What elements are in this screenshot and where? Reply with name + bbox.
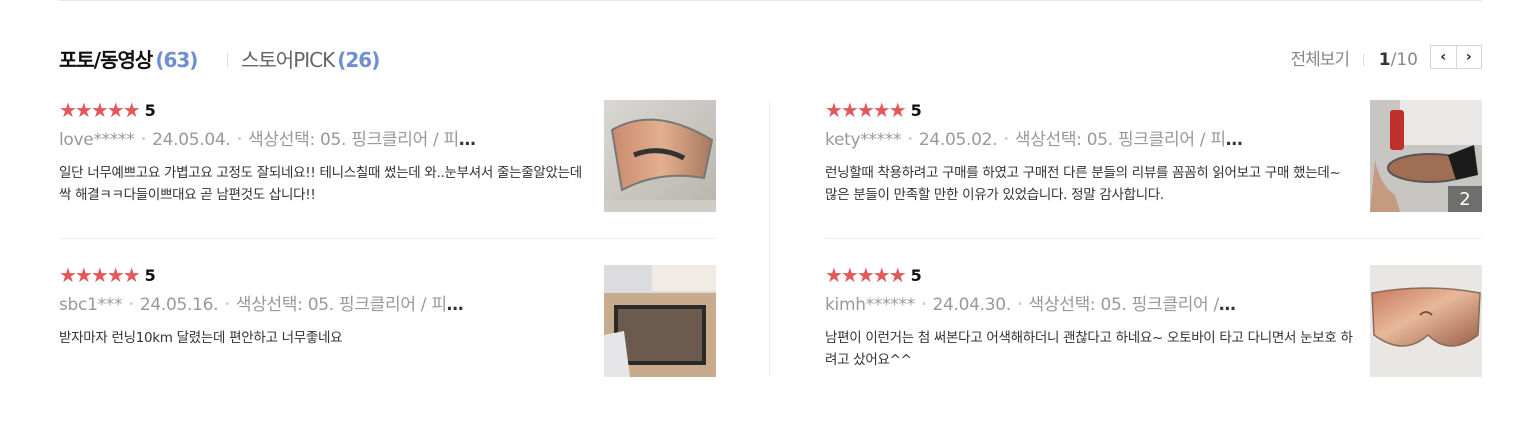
- sunglasses-photo-image: [1370, 265, 1482, 377]
- review-item[interactable]: ★★★★★ 5 kety***** • 24.05.02. • 색상선택: 05. 핑크…: [825, 100, 1482, 212]
- sunglasses-photo-image: [604, 100, 716, 212]
- review-date: 24.04.30.: [932, 295, 1012, 315]
- tab-photo-video-label: 포토/동영상: [59, 48, 153, 72]
- review-photo[interactable]: 2: [1370, 100, 1482, 212]
- review-text: 받자마자 런닝10km 달렸는데 편안하고 너무좋네요: [59, 330, 343, 346]
- prev-page-button[interactable]: ‹: [1431, 46, 1456, 68]
- meta-dot: •: [907, 134, 913, 145]
- column-divider: [769, 100, 770, 376]
- reviewer-id: love*****: [59, 130, 135, 150]
- review-photo[interactable]: [604, 265, 716, 377]
- option-ellipsis: …: [446, 295, 464, 315]
- top-divider: [59, 0, 1482, 1]
- meta-dot: •: [236, 134, 243, 145]
- review-header: 포토/동영상 (63) 스토어PICK (26) 전체보기 1/10 ‹ ›: [59, 44, 1482, 76]
- option-ellipsis: …: [1225, 130, 1243, 150]
- purchase-option: 색상선택: 05. 핑크클리어 / 피: [248, 130, 459, 150]
- tab-separator: [227, 53, 228, 67]
- option-ellipsis: …: [1218, 295, 1236, 315]
- meta-dot: •: [128, 299, 134, 310]
- tab-photo-video[interactable]: 포토/동영상 (63): [59, 46, 198, 74]
- reviewer-id: sbc1***: [59, 295, 123, 315]
- page-total: /10: [1390, 50, 1418, 70]
- review-meta: love***** • 24.05.04. • 색상선택: 05. 핑크클리어 / 피…: [59, 128, 529, 152]
- star-rating-icon: ★★★★★: [825, 263, 907, 287]
- review-text: 남편이 이런거는 첨 써본다고 어색해하더니 괜찮다고 하네요~ 오토바이 타고…: [825, 330, 1353, 368]
- rating-score: 5: [910, 100, 922, 120]
- tab-store-pick-label: 스토어PICK: [241, 48, 335, 72]
- tab-photo-video-count: (63): [155, 48, 198, 72]
- meta-dot: •: [224, 299, 230, 310]
- chevron-right-icon: ›: [1465, 49, 1472, 65]
- review-meta: kimh****** • 24.04.30. • 색상선택: 05. 핑크클리어 /…: [825, 293, 1295, 317]
- photo-count-badge: 2: [1448, 186, 1482, 212]
- sunglasses-box-photo-image: [604, 265, 716, 377]
- view-all-link[interactable]: 전체보기: [1290, 47, 1350, 73]
- reviewer-id: kety*****: [825, 130, 902, 150]
- review-item[interactable]: ★★★★★ 5 love***** • 24.05.04. • 색상선택: 05. 핑크…: [59, 100, 716, 212]
- row-divider: [825, 238, 1482, 239]
- purchase-option: 색상선택: 05. 핑크클리어 / 피: [235, 295, 447, 315]
- purchase-option: 색상선택: 05. 핑크클리어 / 피: [1014, 130, 1226, 150]
- review-meta: kety***** • 24.05.02. • 색상선택: 05. 핑크클리어 / 피…: [825, 128, 1295, 152]
- review-date: 24.05.02.: [918, 130, 998, 150]
- review-photo[interactable]: [1370, 265, 1482, 377]
- review-item[interactable]: ★★★★★ 5 sbc1*** • 24.05.16. • 색상선택: 05. 핑크클리…: [59, 265, 716, 377]
- tab-store-pick-count: (26): [337, 48, 380, 72]
- page-current: 1: [1378, 50, 1391, 70]
- rating: ★★★★★ 5: [59, 265, 156, 285]
- meta-dot: •: [920, 299, 927, 310]
- page-indicator: 1/10: [1379, 47, 1418, 73]
- pager-buttons: ‹ ›: [1430, 45, 1482, 69]
- row-divider: [59, 238, 716, 239]
- rating-score: 5: [910, 265, 922, 285]
- review-date: 24.05.16.: [139, 295, 219, 315]
- review-text: 런닝할때 착용하려고 구매를 하였고 구매전 다른 분들의 리뷰를 꼼꼼히 읽어…: [825, 165, 1341, 203]
- star-rating-icon: ★★★★★: [59, 263, 141, 287]
- star-rating-icon: ★★★★★: [59, 98, 141, 122]
- meta-dot: •: [140, 134, 147, 145]
- reviewer-id: kimh******: [825, 295, 915, 315]
- purchase-option: 색상선택: 05. 핑크클리어 /: [1028, 295, 1220, 315]
- chevron-left-icon: ‹: [1440, 49, 1447, 65]
- review-meta: sbc1*** • 24.05.16. • 색상선택: 05. 핑크클리어 / 피…: [59, 293, 529, 317]
- rating-score: 5: [144, 100, 156, 120]
- star-rating-icon: ★★★★★: [825, 98, 907, 122]
- review-date: 24.05.04.: [152, 130, 231, 150]
- review-item[interactable]: ★★★★★ 5 kimh****** • 24.04.30. • 색상선택: 05. 핑…: [825, 265, 1482, 377]
- tab-store-pick[interactable]: 스토어PICK (26): [241, 46, 380, 74]
- rating: ★★★★★ 5: [825, 265, 922, 285]
- meta-dot: •: [1016, 299, 1023, 310]
- rating: ★★★★★ 5: [59, 100, 156, 120]
- next-page-button[interactable]: ›: [1455, 46, 1482, 68]
- review-text: 일단 너무예쁘고요 가볍고요 고정도 잘되네요!! 테니스칠때 썼는데 와..눈…: [59, 165, 582, 203]
- review-photo[interactable]: [604, 100, 716, 212]
- option-ellipsis: …: [458, 130, 476, 150]
- pager-separator: [1363, 54, 1364, 66]
- rating: ★★★★★ 5: [825, 100, 922, 120]
- meta-dot: •: [1003, 134, 1009, 145]
- rating-score: 5: [144, 265, 156, 285]
